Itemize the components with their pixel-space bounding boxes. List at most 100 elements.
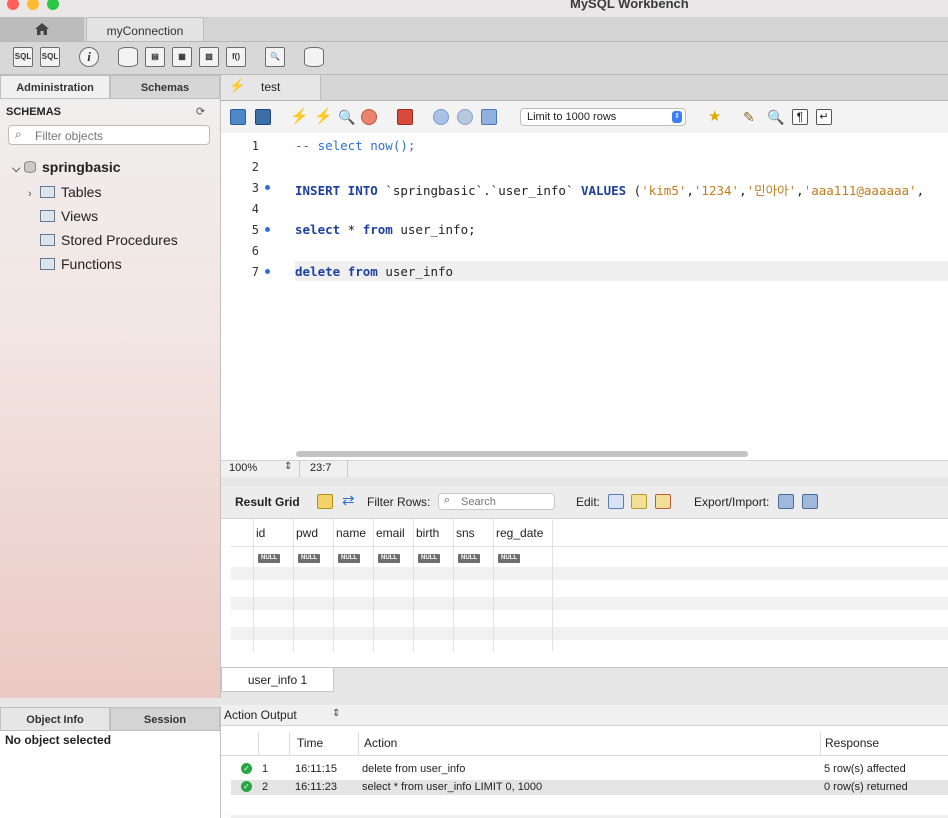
execute-current-icon[interactable]: ⚡ bbox=[314, 109, 333, 125]
toggle-error-icon[interactable] bbox=[397, 109, 413, 125]
column-header-pwd[interactable]: pwd bbox=[296, 526, 318, 540]
open-folder-icon[interactable] bbox=[230, 109, 246, 125]
tree-item-tables[interactable]: › Tables bbox=[28, 184, 101, 200]
sql-open-icon[interactable]: SQL bbox=[40, 47, 60, 67]
function-add-icon[interactable]: f() bbox=[226, 47, 246, 67]
sql-editor[interactable]: 1 2 3 4 5 6 7 -- select now(); INSERT IN… bbox=[221, 133, 948, 460]
chevron-right-icon[interactable]: › bbox=[28, 188, 40, 200]
export-icon[interactable] bbox=[778, 494, 794, 509]
tab-schemas[interactable]: Schemas bbox=[110, 75, 220, 99]
column-header-birth[interactable]: birth bbox=[416, 526, 439, 540]
import-icon[interactable] bbox=[802, 494, 818, 509]
result-grid-icon[interactable] bbox=[317, 494, 333, 509]
tab-object-info[interactable]: Object Info bbox=[0, 707, 110, 731]
output-row-number: 1 bbox=[262, 763, 269, 775]
wrap-lines-icon[interactable]: ↵ bbox=[816, 109, 832, 125]
filter-objects-field[interactable]: ⌕ bbox=[8, 125, 210, 145]
line-number: 3 bbox=[251, 181, 259, 195]
result-grid[interactable]: id pwd name email birth sns reg_date NUL… bbox=[221, 519, 948, 667]
column-header-id[interactable]: id bbox=[256, 526, 265, 540]
view-add-icon[interactable]: ▦ bbox=[172, 47, 192, 67]
zoom-stepper-icon[interactable]: ⇕ bbox=[284, 461, 292, 472]
info-icon[interactable]: i bbox=[79, 47, 99, 67]
filter-rows-label: Filter Rows: bbox=[367, 495, 431, 509]
routine-add-icon[interactable]: ▧ bbox=[199, 47, 219, 67]
tree-item-stored-procedures[interactable]: Stored Procedures bbox=[40, 232, 178, 248]
line-number: 6 bbox=[251, 244, 259, 258]
reconnect-icon[interactable] bbox=[304, 47, 324, 67]
navigator-tabs: Administration Schemas bbox=[0, 75, 220, 99]
output-row[interactable]: ✓ 1 16:11:15 delete from user_info 5 row… bbox=[231, 762, 948, 777]
inspector-icon[interactable]: 🔍 bbox=[265, 47, 285, 67]
tab-query-test[interactable]: ⚡ test bbox=[221, 75, 321, 100]
table-add-icon[interactable]: ▤ bbox=[145, 47, 165, 67]
refresh-icon[interactable]: ⟳ bbox=[196, 105, 205, 118]
autocommit-icon[interactable] bbox=[481, 109, 497, 125]
add-snippet-icon[interactable]: ★ bbox=[708, 109, 724, 125]
refresh-results-icon[interactable]: ⇄ bbox=[342, 493, 358, 509]
column-header-sns[interactable]: sns bbox=[456, 526, 475, 540]
tree-schema-springbasic[interactable]: ⌵ springbasic bbox=[12, 159, 121, 176]
output-row-number: 2 bbox=[262, 781, 269, 793]
invisible-chars-icon[interactable]: ¶ bbox=[792, 109, 808, 125]
column-header-response[interactable]: Response bbox=[825, 736, 879, 750]
column-header-reg-date[interactable]: reg_date bbox=[496, 526, 543, 540]
column-divider bbox=[552, 519, 553, 651]
empty-row bbox=[231, 567, 948, 580]
db-add-icon[interactable] bbox=[118, 47, 138, 67]
output-row[interactable]: ✓ 2 16:11:23 select * from user_info LIM… bbox=[231, 780, 948, 795]
column-divider bbox=[258, 732, 259, 755]
save-icon[interactable] bbox=[255, 109, 271, 125]
find-icon[interactable]: 🔍 bbox=[767, 109, 784, 125]
execute-icon[interactable]: ⚡ bbox=[290, 109, 309, 125]
column-header-time[interactable]: Time bbox=[297, 736, 323, 750]
beautify-icon[interactable]: ✎ bbox=[743, 109, 759, 125]
edit-row-icon[interactable] bbox=[608, 494, 624, 509]
null-cell[interactable]: NULL bbox=[298, 554, 320, 563]
main-toolbar: SQL SQL i ▤ ▦ ▧ f() 🔍 bbox=[0, 42, 948, 75]
chevron-down-icon[interactable]: ⌵ bbox=[12, 163, 24, 176]
filter-rows-input[interactable] bbox=[459, 495, 555, 509]
close-window-button[interactable] bbox=[7, 0, 19, 10]
minimize-window-button[interactable] bbox=[27, 0, 39, 10]
home-tab[interactable] bbox=[0, 17, 84, 41]
column-header-name[interactable]: name bbox=[336, 526, 366, 540]
sql-new-icon[interactable]: SQL bbox=[13, 47, 33, 67]
commit-icon[interactable] bbox=[433, 109, 449, 125]
stop-icon[interactable] bbox=[361, 109, 377, 125]
null-cell[interactable]: NULL bbox=[378, 554, 400, 563]
column-divider bbox=[253, 519, 254, 651]
tree-item-functions[interactable]: Functions bbox=[40, 256, 122, 272]
chevron-updown-icon[interactable]: ⇕ bbox=[332, 708, 340, 719]
limit-rows-select[interactable]: Limit to 1000 rows ⇕ bbox=[520, 108, 686, 126]
zoom-level[interactable]: 100% bbox=[229, 462, 257, 474]
connection-tab[interactable]: myConnection bbox=[86, 17, 204, 41]
null-cell[interactable]: NULL bbox=[498, 554, 520, 563]
delete-row-icon[interactable] bbox=[655, 494, 671, 509]
edit-label: Edit: bbox=[576, 495, 601, 509]
column-header-action[interactable]: Action bbox=[364, 736, 397, 750]
tree-item-views[interactable]: Views bbox=[40, 208, 98, 224]
tab-result-user-info-1[interactable]: user_info 1 bbox=[221, 668, 334, 692]
zoom-window-button[interactable] bbox=[47, 0, 59, 10]
database-icon bbox=[24, 161, 36, 173]
explain-icon[interactable]: 🔍 bbox=[338, 109, 355, 125]
add-row-icon[interactable] bbox=[631, 494, 647, 509]
tab-session[interactable]: Session bbox=[110, 707, 220, 731]
editor-splitter[interactable] bbox=[221, 477, 948, 486]
output-type-select[interactable]: Action Output bbox=[224, 708, 297, 722]
filter-objects-input[interactable] bbox=[33, 128, 207, 144]
tab-administration[interactable]: Administration bbox=[0, 75, 110, 99]
null-cell[interactable]: NULL bbox=[338, 554, 360, 563]
null-cell[interactable]: NULL bbox=[458, 554, 480, 563]
rollback-icon[interactable] bbox=[457, 109, 473, 125]
null-cell[interactable]: NULL bbox=[258, 554, 280, 563]
function-folder-icon bbox=[40, 258, 55, 270]
action-output-panel: Action Output ⇕ Time Action Response ✓ 1… bbox=[221, 705, 948, 818]
horizontal-scrollbar[interactable] bbox=[296, 451, 748, 457]
column-header-email[interactable]: email bbox=[376, 526, 405, 540]
filter-rows-field[interactable]: ⌕ bbox=[438, 493, 555, 510]
null-cell[interactable]: NULL bbox=[418, 554, 440, 563]
sidebar-splitter[interactable] bbox=[0, 698, 220, 707]
output-splitter[interactable] bbox=[221, 692, 948, 705]
